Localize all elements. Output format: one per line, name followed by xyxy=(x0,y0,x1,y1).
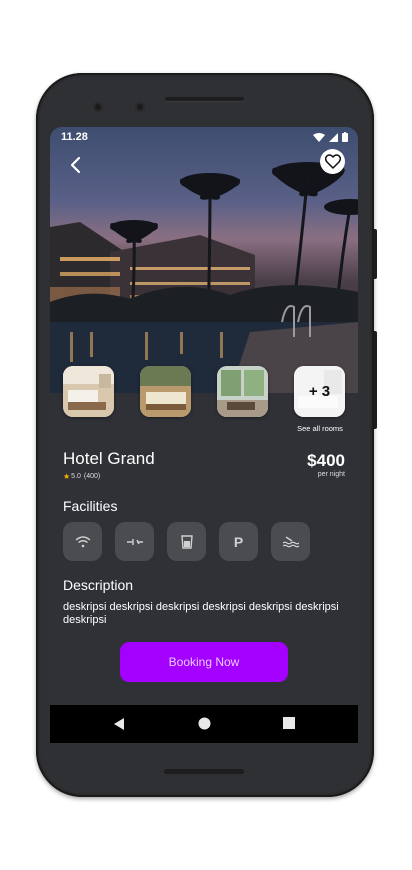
room-thumbnail[interactable] xyxy=(140,366,191,417)
wifi-status-icon xyxy=(313,132,325,142)
facility-pool[interactable] xyxy=(271,522,310,561)
facilities-list: P xyxy=(63,522,310,561)
bottom-speaker xyxy=(164,769,244,774)
front-camera xyxy=(93,102,103,112)
android-nav-bar xyxy=(50,705,358,743)
chevron-left-icon xyxy=(70,156,81,174)
earpiece-speaker xyxy=(165,97,244,101)
booking-now-button[interactable]: Booking Now xyxy=(120,642,288,682)
nav-recents-icon[interactable] xyxy=(283,717,295,729)
hero-illustration xyxy=(50,162,358,393)
facility-ac[interactable] xyxy=(115,522,154,561)
room-thumbnail[interactable] xyxy=(217,366,268,417)
volume-button xyxy=(374,331,377,429)
nav-back-icon[interactable] xyxy=(113,717,125,731)
status-time: 11.28 xyxy=(61,131,88,143)
facilities-heading: Facilities xyxy=(63,498,118,514)
pool-icon xyxy=(282,535,299,547)
hotel-rating: ★ 5.0 (400) xyxy=(63,472,100,481)
front-sensor xyxy=(135,102,145,112)
facility-drink[interactable] xyxy=(167,522,206,561)
room-photo-3 xyxy=(217,366,268,417)
hotel-price: $400 xyxy=(307,451,345,470)
ac-icon xyxy=(126,538,143,545)
facility-wifi[interactable] xyxy=(63,522,102,561)
heart-icon xyxy=(324,154,341,169)
rating-value: 5.0 xyxy=(71,473,81,480)
room-photo-1 xyxy=(63,366,114,417)
description-heading: Description xyxy=(63,577,134,593)
favorite-button[interactable] xyxy=(320,149,345,174)
hotel-hero-image: 11.28 xyxy=(50,127,358,393)
rating-count: (400) xyxy=(83,473,101,480)
see-all-rooms-link[interactable]: See all rooms xyxy=(282,424,358,433)
parking-icon: P xyxy=(233,533,244,550)
facility-parking[interactable]: P xyxy=(219,522,258,561)
nav-home-icon[interactable] xyxy=(198,717,211,730)
star-icon: ★ xyxy=(63,472,71,481)
signal-icon xyxy=(329,132,338,142)
back-button[interactable] xyxy=(64,153,88,177)
room-thumbnail[interactable] xyxy=(63,366,114,417)
app-screen: 11.28 + 3 See all rooms Hotel Grand ★ 5.… xyxy=(50,127,358,743)
more-rooms-thumbnail[interactable]: + 3 xyxy=(294,366,345,417)
drink-icon xyxy=(180,534,193,549)
status-icons xyxy=(313,132,348,142)
more-rooms-count: + 3 xyxy=(294,366,345,417)
hotel-name: Hotel Grand xyxy=(63,449,155,468)
power-button xyxy=(374,229,377,279)
room-photo-2 xyxy=(140,366,191,417)
wifi-icon xyxy=(75,535,90,547)
price-unit: per night xyxy=(317,471,345,478)
description-text: deskripsi deskripsi deskripsi deskripsi … xyxy=(63,601,339,626)
battery-icon xyxy=(342,132,348,142)
status-bar: 11.28 xyxy=(61,131,348,145)
